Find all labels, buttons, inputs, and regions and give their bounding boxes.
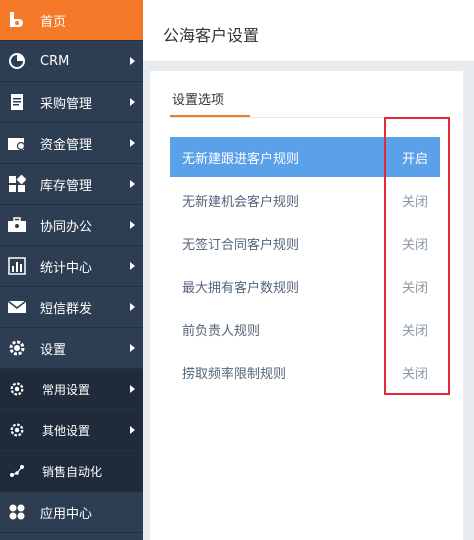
chevron-right-icon [130,180,135,188]
sidebar-item-label: 其他设置 [42,423,91,438]
apps-icon [2,503,32,521]
sidebar-item-sms[interactable]: 短信群发 [0,287,143,328]
chevron-right-icon [130,426,135,434]
chevron-right-icon [130,344,135,352]
sidebar-item-statistics[interactable]: 统计中心 [0,246,143,287]
sidebar-item-label: 短信群发 [40,301,93,317]
sidebar-item-label: 应用中心 [40,506,93,522]
chevron-right-icon [130,98,135,106]
sidebar-item-label: 库存管理 [40,178,93,194]
gear-icon [2,381,32,397]
tab-settings-options[interactable]: 设置选项 [172,89,224,118]
rule-name: 无签订合同客户规则 [182,237,300,253]
sidebar-item-other-settings[interactable]: 其他设置 [0,410,143,451]
sidebar-item-home[interactable]: 首页 [0,0,143,41]
chevron-right-icon [130,221,135,229]
rule-name: 无新建机会客户规则 [182,194,300,210]
sidebar-item-inventory[interactable]: 库存管理 [0,164,143,205]
sidebar-item-label: 协同办公 [40,219,93,235]
chevron-right-icon [130,57,135,65]
sidebar-item-label: 设置 [40,342,67,358]
chevron-right-icon [130,303,135,311]
sidebar-item-label: 首页 [40,14,67,30]
pie-chart-icon [2,52,32,70]
sidebar-item-crm[interactable]: CRM [0,41,143,82]
sidebar-item-label: 采购管理 [40,96,93,112]
rule-name: 捞取频率限制规则 [182,366,287,382]
page-title: 公海客户设置 [163,26,260,45]
sidebar-item-label: CRM [40,53,70,69]
rule-name: 前负责人规则 [182,323,261,339]
page-header: 公海客户设置 [143,0,474,62]
sidebar-item-collaboration[interactable]: 协同办公 [0,205,143,246]
sidebar-item-label: 资金管理 [40,137,93,153]
share-icon [2,463,32,479]
sidebar-item-purchase[interactable]: 采购管理 [0,82,143,123]
annotation-highlight-box [384,117,450,395]
briefcase-icon [2,217,32,233]
home-icon [2,10,32,30]
sidebar-item-common-settings[interactable]: 常用设置 [0,369,143,410]
envelope-icon [2,300,32,314]
sidebar-item-label: 常用设置 [42,382,91,397]
tab-active-indicator [170,115,250,117]
sidebar-item-label: 销售自动化 [42,464,103,479]
rule-name: 无新建跟进客户规则 [182,151,300,167]
sidebar-item-finance[interactable]: 资金管理 [0,123,143,164]
chevron-right-icon [130,385,135,393]
sidebar-item-settings[interactable]: 设置 [0,328,143,369]
sidebar-item-app-center[interactable]: 应用中心 [0,492,143,533]
gear-icon [2,339,32,357]
document-icon [2,93,32,111]
bar-chart-icon [2,257,32,275]
rule-name: 最大拥有客户数规则 [182,280,300,296]
sidebar-item-sales-automation[interactable]: 销售自动化 [0,451,143,492]
sidebar: 首页 CRM 采购管理 资金管理 库存管理 协同办公 统计中心 短信群发 设置 … [0,0,143,540]
gear-icon [2,422,32,438]
grid-icon [2,175,32,193]
chevron-right-icon [130,262,135,270]
wallet-icon [2,135,32,151]
chevron-right-icon [130,139,135,147]
sidebar-item-label: 统计中心 [40,260,93,276]
